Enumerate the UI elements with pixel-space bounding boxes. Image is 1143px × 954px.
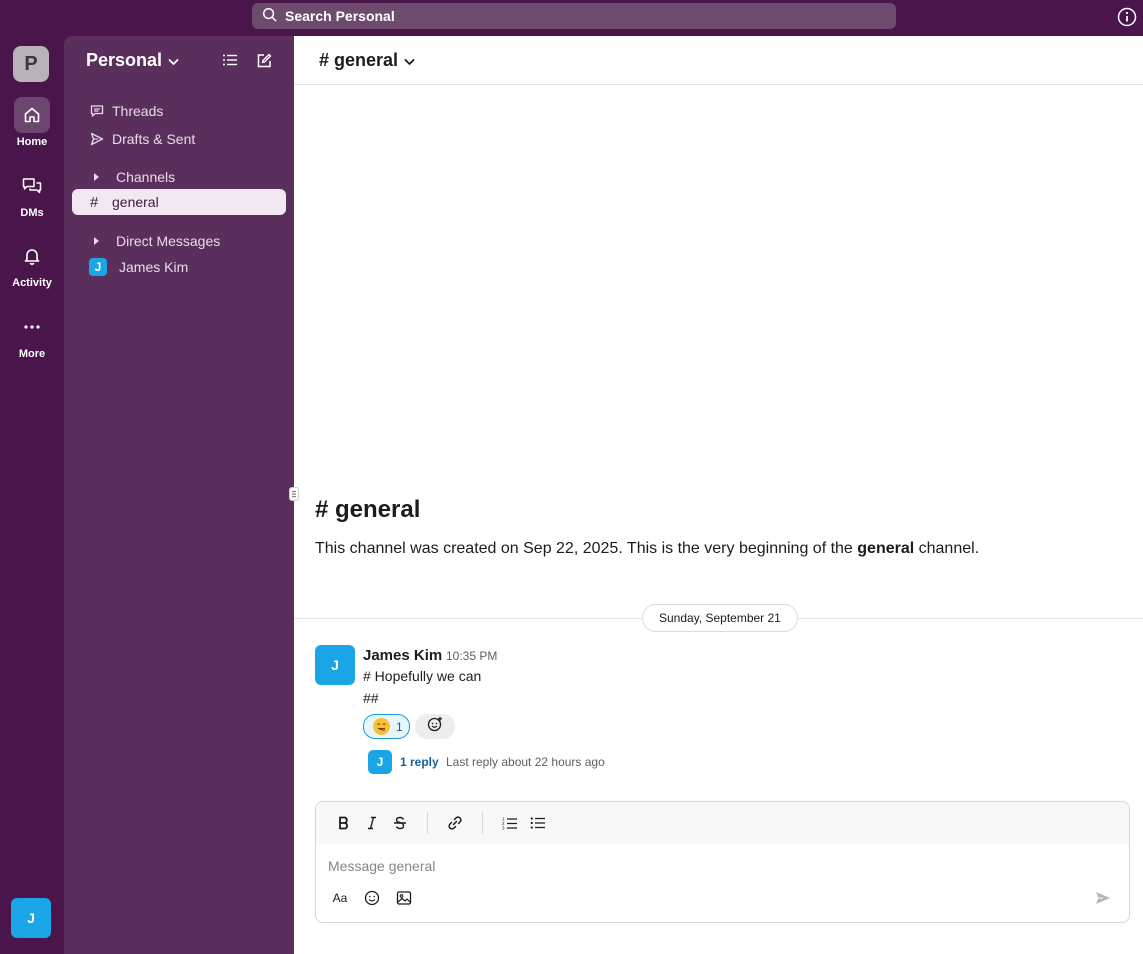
- text-format-toggle-icon[interactable]: Aa: [328, 886, 352, 910]
- dm-section-label: Direct Messages: [116, 233, 221, 249]
- add-emoji-icon: [427, 716, 443, 737]
- add-reaction-button[interactable]: [415, 714, 455, 739]
- channels-section-label: Channels: [116, 169, 176, 185]
- rail-more-label: More: [18, 348, 46, 360]
- search-icon: [262, 7, 285, 25]
- intro-suffix: channel.: [914, 540, 980, 557]
- send-button[interactable]: [1091, 888, 1115, 912]
- sidebar-item-label: Drafts & Sent: [112, 131, 196, 147]
- message-author[interactable]: James Kim: [363, 647, 442, 664]
- threads-icon: [90, 104, 112, 118]
- svg-text:3: 3: [502, 826, 505, 831]
- strikethrough-icon[interactable]: [386, 809, 414, 837]
- bullet-list-icon[interactable]: [524, 809, 552, 837]
- bell-icon: [14, 238, 50, 274]
- italic-icon[interactable]: [358, 809, 386, 837]
- top-bar: Search Personal: [0, 0, 1143, 36]
- list-filter-icon[interactable]: [222, 53, 238, 74]
- format-toggle-label: Aa: [332, 891, 348, 905]
- channel-intro-text: This channel was created on Sep 22, 2025…: [315, 540, 979, 558]
- chevron-down-icon: [398, 50, 415, 71]
- hash-icon: #: [90, 193, 99, 211]
- ordered-list-icon[interactable]: 123: [496, 809, 524, 837]
- dm-name: James Kim: [119, 259, 189, 275]
- avatar: J: [89, 258, 107, 276]
- reply-count-link[interactable]: 1 reply: [400, 755, 439, 769]
- sidebar: Personal Threads Drafts & Sent Channels …: [64, 36, 294, 954]
- dm-section[interactable]: Direct Messages: [72, 228, 286, 254]
- user-avatar[interactable]: J: [11, 898, 51, 938]
- workspace-name: Personal: [86, 50, 163, 70]
- message-composer: 123 Aa: [315, 801, 1130, 923]
- date-divider[interactable]: Sunday, September 21: [642, 604, 798, 632]
- app-rail: P Home DMs Activity More J: [0, 36, 64, 954]
- more-icon: [14, 309, 50, 345]
- home-icon: [14, 97, 50, 133]
- message-text: # Hopefully we can: [363, 668, 482, 684]
- rail-activity-label: Activity: [12, 277, 52, 289]
- search-placeholder: Search Personal: [285, 8, 395, 24]
- reaction-button[interactable]: 1: [363, 714, 410, 739]
- channel-title: # general: [319, 49, 399, 70]
- message-text: ##: [363, 690, 379, 706]
- bold-icon[interactable]: [330, 809, 358, 837]
- rail-home-label: Home: [16, 136, 48, 148]
- search-bar[interactable]: Search Personal: [252, 3, 896, 29]
- yum-emoji-icon: [373, 718, 390, 735]
- workspace-menu[interactable]: Personal: [86, 50, 179, 71]
- messages-icon: [14, 168, 50, 204]
- sidebar-item-dm-james-kim[interactable]: J James Kim: [72, 254, 286, 280]
- sidebar-item-channel-general[interactable]: # general: [72, 189, 286, 215]
- send-icon: [90, 132, 112, 146]
- toolbar-divider: [427, 812, 428, 834]
- avatar[interactable]: J: [315, 645, 355, 685]
- message-timestamp[interactable]: 10:35 PM: [446, 649, 497, 663]
- channels-section[interactable]: Channels: [72, 164, 286, 190]
- emoji-icon[interactable]: [360, 886, 384, 910]
- sidebar-resize-handle[interactable]: [289, 487, 299, 501]
- caret-right-icon: [92, 236, 116, 246]
- intro-prefix: This channel was created on Sep 22, 2025…: [315, 540, 858, 557]
- rail-dms[interactable]: DMs: [0, 168, 64, 219]
- formatting-toolbar: 123: [316, 802, 1129, 844]
- reaction-count: 1: [396, 719, 403, 734]
- channel-header[interactable]: # general: [294, 36, 1143, 85]
- sidebar-item-drafts[interactable]: Drafts & Sent: [72, 126, 286, 152]
- channel-view: # general # general This channel was cre…: [289, 36, 1143, 954]
- reply-avatar[interactable]: J: [368, 750, 392, 774]
- chevron-down-icon: [162, 50, 179, 71]
- toolbar-divider: [482, 812, 483, 834]
- sidebar-item-label: Threads: [112, 103, 164, 119]
- compose-icon[interactable]: [256, 53, 272, 74]
- composer-bottom-tools: Aa: [328, 886, 416, 910]
- rail-home[interactable]: Home: [0, 97, 64, 148]
- send-icon: [1095, 891, 1111, 910]
- workspace-switcher[interactable]: P: [13, 46, 49, 82]
- rail-more[interactable]: More: [0, 309, 64, 360]
- rail-dms-label: DMs: [20, 207, 44, 219]
- intro-channel-name: general: [857, 540, 915, 557]
- rail-activity[interactable]: Activity: [0, 238, 64, 289]
- image-icon[interactable]: [392, 886, 416, 910]
- caret-right-icon: [92, 172, 116, 182]
- link-icon[interactable]: [441, 809, 469, 837]
- message-input[interactable]: [328, 856, 1088, 876]
- sidebar-item-threads[interactable]: Threads: [72, 98, 286, 124]
- channel-intro-title: # general: [315, 496, 421, 523]
- last-reply-text: Last reply about 22 hours ago: [446, 755, 605, 769]
- sidebar-tools: [222, 53, 272, 74]
- channel-name: general: [112, 194, 159, 210]
- info-icon[interactable]: [1117, 7, 1137, 27]
